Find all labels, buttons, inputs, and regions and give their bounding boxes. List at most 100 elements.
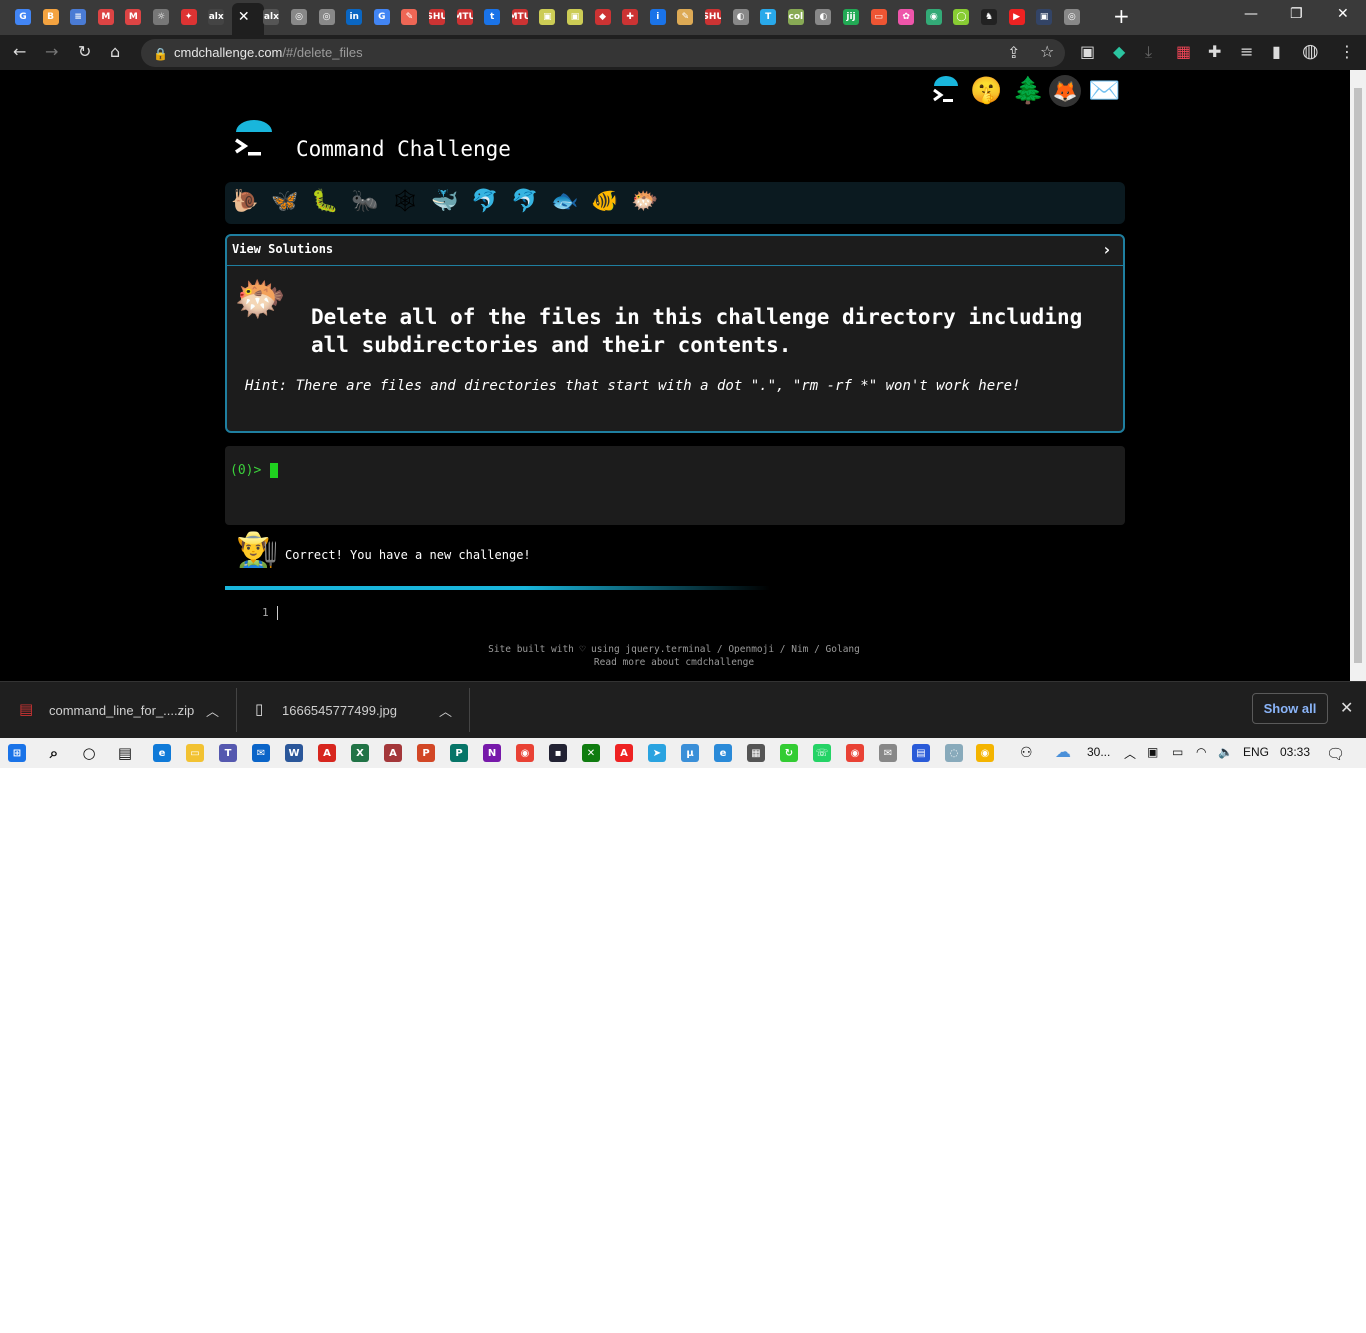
word-icon[interactable]: W bbox=[285, 744, 303, 762]
task-view-icon[interactable]: ▤ bbox=[116, 744, 134, 762]
browser-tab[interactable]: ▣ bbox=[563, 5, 587, 29]
menu-icon[interactable]: ⋮ bbox=[1339, 43, 1355, 61]
download-item-name[interactable]: command_line_for_....zip bbox=[49, 703, 194, 718]
download-item-name[interactable]: 1666545777499.jpg bbox=[282, 703, 397, 718]
chevron-up-icon[interactable]: ︿ bbox=[1124, 745, 1136, 762]
powerpoint-icon[interactable]: P bbox=[417, 744, 435, 762]
wifi-icon[interactable]: ◠ bbox=[1196, 745, 1206, 759]
publisher-icon[interactable]: P bbox=[450, 744, 468, 762]
forward-icon[interactable]: → bbox=[45, 43, 58, 61]
browser-tab[interactable]: ◐ bbox=[729, 5, 753, 29]
browser-tab[interactable]: T bbox=[756, 5, 780, 29]
browser-tab[interactable]: G bbox=[370, 5, 394, 29]
app-icon[interactable]: ▪ bbox=[549, 744, 567, 762]
calculator-icon[interactable]: ▦ bbox=[747, 744, 765, 762]
battery-icon[interactable]: ▭ bbox=[1172, 745, 1183, 759]
meet-icon[interactable]: ▣ bbox=[1147, 745, 1158, 759]
back-icon[interactable]: ← bbox=[13, 43, 26, 61]
bookmark-star-icon[interactable]: ☆ bbox=[1040, 43, 1054, 61]
level-icon[interactable]: 🐳 bbox=[431, 189, 458, 214]
app-icon[interactable]: μ bbox=[681, 744, 699, 762]
level-icon[interactable]: 🐬 bbox=[511, 189, 538, 214]
level-icon[interactable]: 🐟 bbox=[551, 189, 578, 214]
tree-icon[interactable]: 🌲 bbox=[1012, 76, 1044, 106]
gitlab-icon[interactable]: 🦊 bbox=[1049, 75, 1081, 107]
browser-tab[interactable]: alx bbox=[204, 5, 228, 29]
browser-tab[interactable]: B bbox=[39, 5, 63, 29]
download-icon[interactable]: ⤓ bbox=[1145, 43, 1152, 61]
browser-tab[interactable]: ◐ bbox=[811, 5, 835, 29]
browser-tab[interactable]: ✎ bbox=[397, 5, 421, 29]
browser-tab[interactable]: ≡ bbox=[66, 5, 90, 29]
sidepanel-icon[interactable]: ▮ bbox=[1272, 43, 1281, 61]
shushing-face-icon[interactable]: 🤫 bbox=[970, 76, 1002, 106]
chrome-icon[interactable]: ◉ bbox=[976, 744, 994, 762]
browser-tab[interactable]: ☼ bbox=[149, 5, 173, 29]
level-icon[interactable]: 🐜 bbox=[351, 189, 378, 214]
chevron-up-icon[interactable]: ︿ bbox=[439, 701, 452, 720]
weather-text[interactable]: 30... bbox=[1087, 745, 1110, 759]
puzzle-icon[interactable]: ✚ bbox=[1208, 43, 1221, 61]
url-text[interactable]: cmdchallenge.com/#/delete_files bbox=[174, 45, 363, 60]
telegram-icon[interactable]: ➤ bbox=[648, 744, 666, 762]
browser-tab[interactable]: ▶ bbox=[1005, 5, 1029, 29]
level-icon[interactable]: 🦋 bbox=[271, 189, 298, 214]
excel-icon[interactable]: X bbox=[351, 744, 369, 762]
browser-tab[interactable]: SHU bbox=[425, 5, 449, 29]
editor-cursor[interactable] bbox=[277, 606, 278, 620]
people-icon[interactable]: ⚇ bbox=[1020, 744, 1033, 761]
terminal[interactable] bbox=[225, 446, 1125, 525]
level-icon[interactable]: 🐛 bbox=[311, 189, 338, 214]
browser-tab[interactable]: M bbox=[94, 5, 118, 29]
language-indicator[interactable]: ENG bbox=[1243, 745, 1269, 759]
browser-tab[interactable]: G bbox=[11, 5, 35, 29]
close-icon[interactable]: ✕ bbox=[1340, 698, 1353, 717]
home-icon[interactable]: ⌂ bbox=[110, 43, 120, 61]
app-icon[interactable]: ◌ bbox=[945, 744, 963, 762]
browser-tab[interactable]: ✕ bbox=[232, 5, 256, 29]
app-icon[interactable]: ↻ bbox=[780, 744, 798, 762]
browser-tab[interactable]: ◎ bbox=[287, 5, 311, 29]
file-explorer-icon[interactable]: ▭ bbox=[186, 744, 204, 762]
close-window-button[interactable]: ✕ bbox=[1337, 6, 1349, 22]
browser-tab[interactable]: ◆ bbox=[591, 5, 615, 29]
challenge-header[interactable] bbox=[227, 236, 1123, 266]
media-icon[interactable]: ≡ bbox=[1240, 43, 1253, 61]
extension-icon[interactable]: ▣ bbox=[1080, 43, 1095, 61]
show-all-button[interactable]: Show all bbox=[1252, 693, 1328, 724]
adobe-icon[interactable]: A bbox=[615, 744, 633, 762]
teams-icon[interactable]: T bbox=[219, 744, 237, 762]
lock-icon[interactable]: 🔒 bbox=[153, 45, 168, 63]
whatsapp-icon[interactable]: ☏ bbox=[813, 744, 831, 762]
minimize-button[interactable]: — bbox=[1244, 6, 1258, 22]
browser-tab[interactable]: ▣ bbox=[1032, 5, 1056, 29]
browser-tab[interactable]: ✚ bbox=[618, 5, 642, 29]
browser-tab[interactable]: alx bbox=[259, 5, 283, 29]
level-icon[interactable]: 🐡 bbox=[631, 189, 658, 214]
level-icon[interactable]: 🕸 bbox=[391, 189, 419, 214]
level-icon[interactable]: 🐬 bbox=[471, 189, 498, 214]
app-icon[interactable]: e bbox=[714, 744, 732, 762]
envelope-icon[interactable]: ✉️ bbox=[1088, 76, 1120, 106]
browser-tab[interactable]: t bbox=[480, 5, 504, 29]
level-icon[interactable]: 🐠 bbox=[591, 189, 618, 214]
restore-button[interactable]: ❐ bbox=[1290, 6, 1303, 22]
browser-tab[interactable]: MTU bbox=[508, 5, 532, 29]
terminal-logo-icon[interactable] bbox=[930, 76, 962, 115]
share-icon[interactable]: ⇪ bbox=[1007, 44, 1020, 62]
new-tab-button[interactable]: + bbox=[1113, 4, 1130, 28]
browser-tab[interactable]: i bbox=[646, 5, 670, 29]
browser-tab[interactable]: ✿ bbox=[894, 5, 918, 29]
acrobat-icon[interactable]: A bbox=[318, 744, 336, 762]
clock[interactable]: 03:33 bbox=[1280, 745, 1310, 759]
browser-tab[interactable]: ▣ bbox=[535, 5, 559, 29]
profile-avatar-icon[interactable]: ◍ bbox=[1302, 42, 1319, 61]
browser-tab[interactable]: ◉ bbox=[922, 5, 946, 29]
browser-tab[interactable]: ◎ bbox=[315, 5, 339, 29]
access-icon[interactable]: A bbox=[384, 744, 402, 762]
volume-icon[interactable]: 🔈 bbox=[1218, 745, 1233, 759]
browser-tab[interactable]: ◯ bbox=[949, 5, 973, 29]
edge-icon[interactable]: e bbox=[153, 744, 171, 762]
footer-read-more-link[interactable]: Read more about cmdchallenge bbox=[380, 656, 968, 669]
chrome-icon[interactable]: ◉ bbox=[516, 744, 534, 762]
